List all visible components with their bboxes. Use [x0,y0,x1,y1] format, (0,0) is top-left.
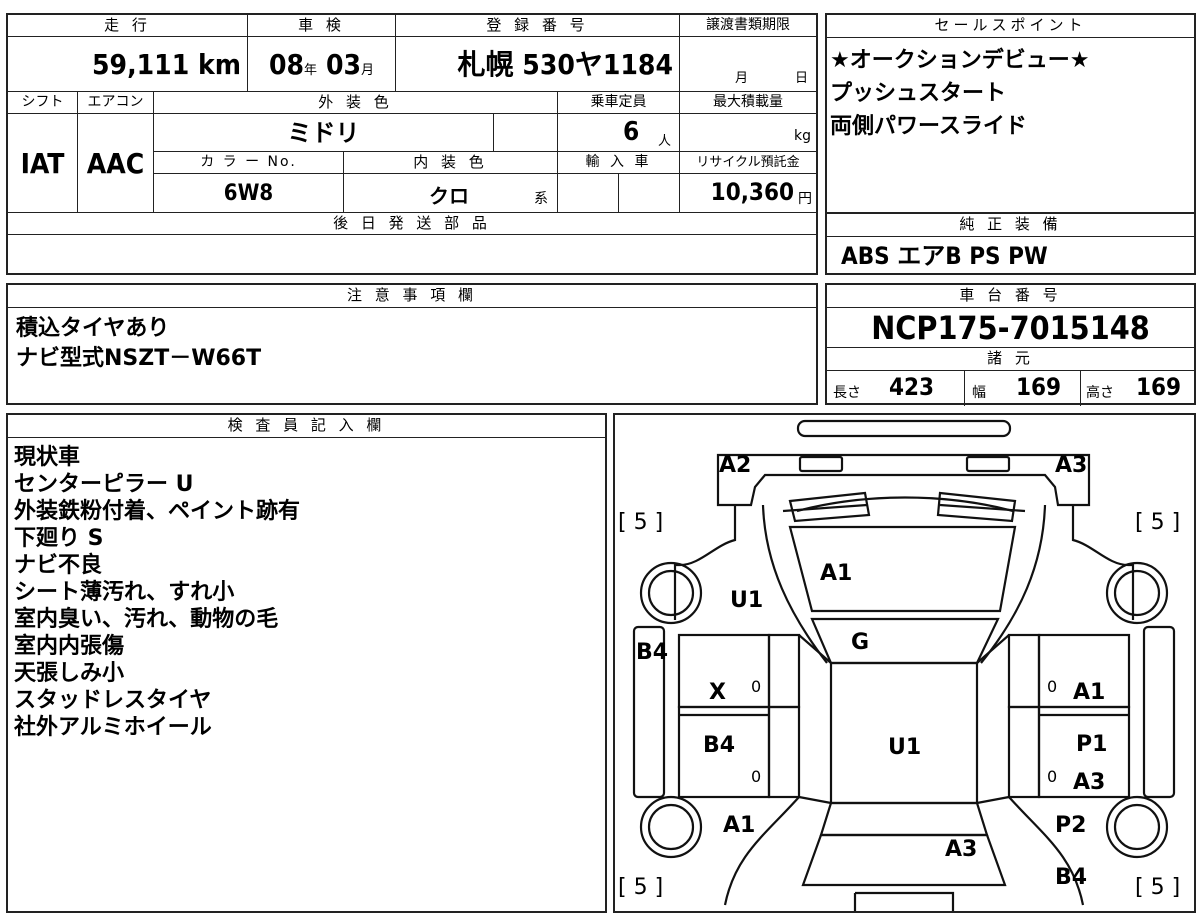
inspection-year: 08 [268,48,305,81]
inspector-note-line: シート薄汚れ、すれ小 [14,580,235,605]
exterior-color-value: ミドリ [287,119,360,147]
inspector-notes-box: 検 査 員 記 入 欄 現状車 センターピラー U 外装鉄粉付着、ペイント跡有 … [6,413,607,913]
tire-tread-rear-left: [ 5 ] [618,875,664,900]
damage-roof: U1 [888,735,922,760]
inspector-note-line: 室内内張傷 [14,634,125,659]
equipment-value: ABS エアB PS PW [841,242,1048,270]
sales-point-line: プッシュスタート [830,81,1007,106]
capacity-value: 6 [623,117,640,147]
capacity-label: 乗車定員 [590,94,647,110]
exterior-color-label: 外 装 色 [318,93,393,111]
chassis-label: 車 台 番 号 [827,285,1194,308]
inspector-note-line: 天張しみ小 [14,661,125,686]
chassis-value: NCP175-7015148 [827,308,1194,348]
later-parts-label: 後 日 発 送 部 品 [333,214,491,232]
spec-label: 諸 元 [827,348,1194,371]
damage-back-door: A3 [945,837,978,862]
length-label: 長さ [833,385,861,401]
capacity-unit: 人 [658,134,672,149]
damage-hood: A1 [820,561,853,586]
note-line: 積込タイヤあり [16,316,170,341]
recycle-fee-value: 10,360 [710,178,794,206]
tire-tread-front-left: [ 5 ] [618,510,664,535]
damage-right-rear-door-a3: A3 [1073,770,1106,795]
registration-label: 登 録 番 号 [486,16,589,34]
max-load-label: 最大積載量 [713,94,783,110]
height-value: 169 [1136,373,1182,401]
inspector-note-line: センターピラー U [14,472,194,497]
inspector-note-line: 室内臭い、汚れ、動物の毛 [14,607,279,632]
door-mark: 0 [1047,767,1058,786]
damage-right-rear-door-p1: P1 [1076,732,1108,757]
inspector-note-line: 社外アルミホイール [14,715,212,740]
width-label: 幅 [972,385,986,401]
damage-left-rear-door: B4 [703,733,736,758]
interior-color-label: 内 装 色 [413,153,488,171]
aircon-value: AAC [86,147,145,180]
recycle-fee-label: リサイクル預託金 [696,155,800,170]
tire-tread-rear-right: [ 5 ] [1135,875,1181,900]
damage-left-front-door: X [709,680,726,705]
inspection-year-unit: 年 [304,63,318,78]
chassis-box: 車 台 番 号 NCP175-7015148 諸 元 長さ 423 幅 169 … [825,283,1196,406]
color-no-label: カ ラ ー No. [200,154,297,170]
sales-points-box: セールスポイント ★オークションデビュー★ プッシュスタート 両側パワースライド [825,13,1196,214]
damage-front-bumper-left: A2 [719,453,752,478]
interior-color-value: クロ [429,184,469,208]
sales-point-line: ★オークションデビュー★ [830,48,1090,73]
inspector-note-line: 外装鉄粉付着、ペイント跡有 [14,499,301,524]
car-outline [632,419,1176,911]
notes-box: 注 意 事 項 欄 積込タイヤあり ナビ型式NSZT－W66T [6,283,818,405]
transfer-day-unit: 日 [795,71,809,86]
tire-tread-front-right: [ 5 ] [1135,510,1181,535]
note-line: ナビ型式NSZT－W66T [16,346,262,371]
equipment-box: 純 正 装 備 ABS エアB PS PW [825,212,1196,275]
sales-point-line: 両側パワースライド [830,114,1027,139]
notes-label: 注 意 事 項 欄 [8,285,816,308]
inspector-note-line: スタッドレスタイヤ [14,688,212,713]
sales-points-label: セールスポイント [827,15,1194,38]
recycle-fee-unit: 円 [798,191,812,207]
interior-color-unit: 系 [534,191,548,207]
inspector-note-line: 現状車 [14,445,81,470]
damage-left-rocker: B4 [636,640,669,665]
damage-right-front-door: A1 [1073,680,1106,705]
inspector-note-line: 下廻り S [14,526,104,551]
registration-value: 札幌 530ヤ1184 [457,48,673,81]
door-mark: 0 [751,767,762,786]
damage-windshield: G [851,630,870,655]
mileage-value: 59,111 km [92,48,241,81]
aircon-label: エアコン [87,94,144,110]
width-value: 169 [1016,373,1062,401]
max-load-unit: kg [794,128,811,144]
damage-rear-bumper-right: B4 [1055,865,1088,890]
inspection-month: 03 [325,48,362,81]
damage-left-quarter: A1 [723,813,756,838]
inspector-note-line: ナビ不良 [14,553,103,578]
mileage-label: 走 行 [104,16,151,34]
shift-label: シフト [21,94,64,110]
inspection-month-unit: 月 [361,63,375,78]
equipment-label: 純 正 装 備 [827,214,1194,237]
damage-left-fender: U1 [730,588,764,613]
damage-right-quarter: P2 [1055,813,1087,838]
transfer-deadline-label: 譲渡書類期限 [706,17,790,33]
inspector-notes-label: 検 査 員 記 入 欄 [8,415,605,438]
inspection-label: 車 検 [298,16,345,34]
length-value: 423 [889,373,935,401]
door-mark: 0 [751,677,762,696]
vehicle-info-table: 走 行 車 検 登 録 番 号 譲渡書類期限 59,111 km 08年 03月… [6,13,818,275]
damage-diagram: [ 5 ] [ 5 ] [ 5 ] [ 5 ] A2 A3 A1 U1 G B4… [613,413,1196,913]
shift-value: IAT [20,147,65,180]
color-no-value: 6W8 [223,181,274,206]
height-label: 高さ [1086,385,1114,401]
damage-front-bumper-right: A3 [1055,453,1088,478]
transfer-month-unit: 月 [735,71,749,86]
import-label: 輸 入 車 [585,154,652,170]
door-mark: 0 [1047,677,1058,696]
